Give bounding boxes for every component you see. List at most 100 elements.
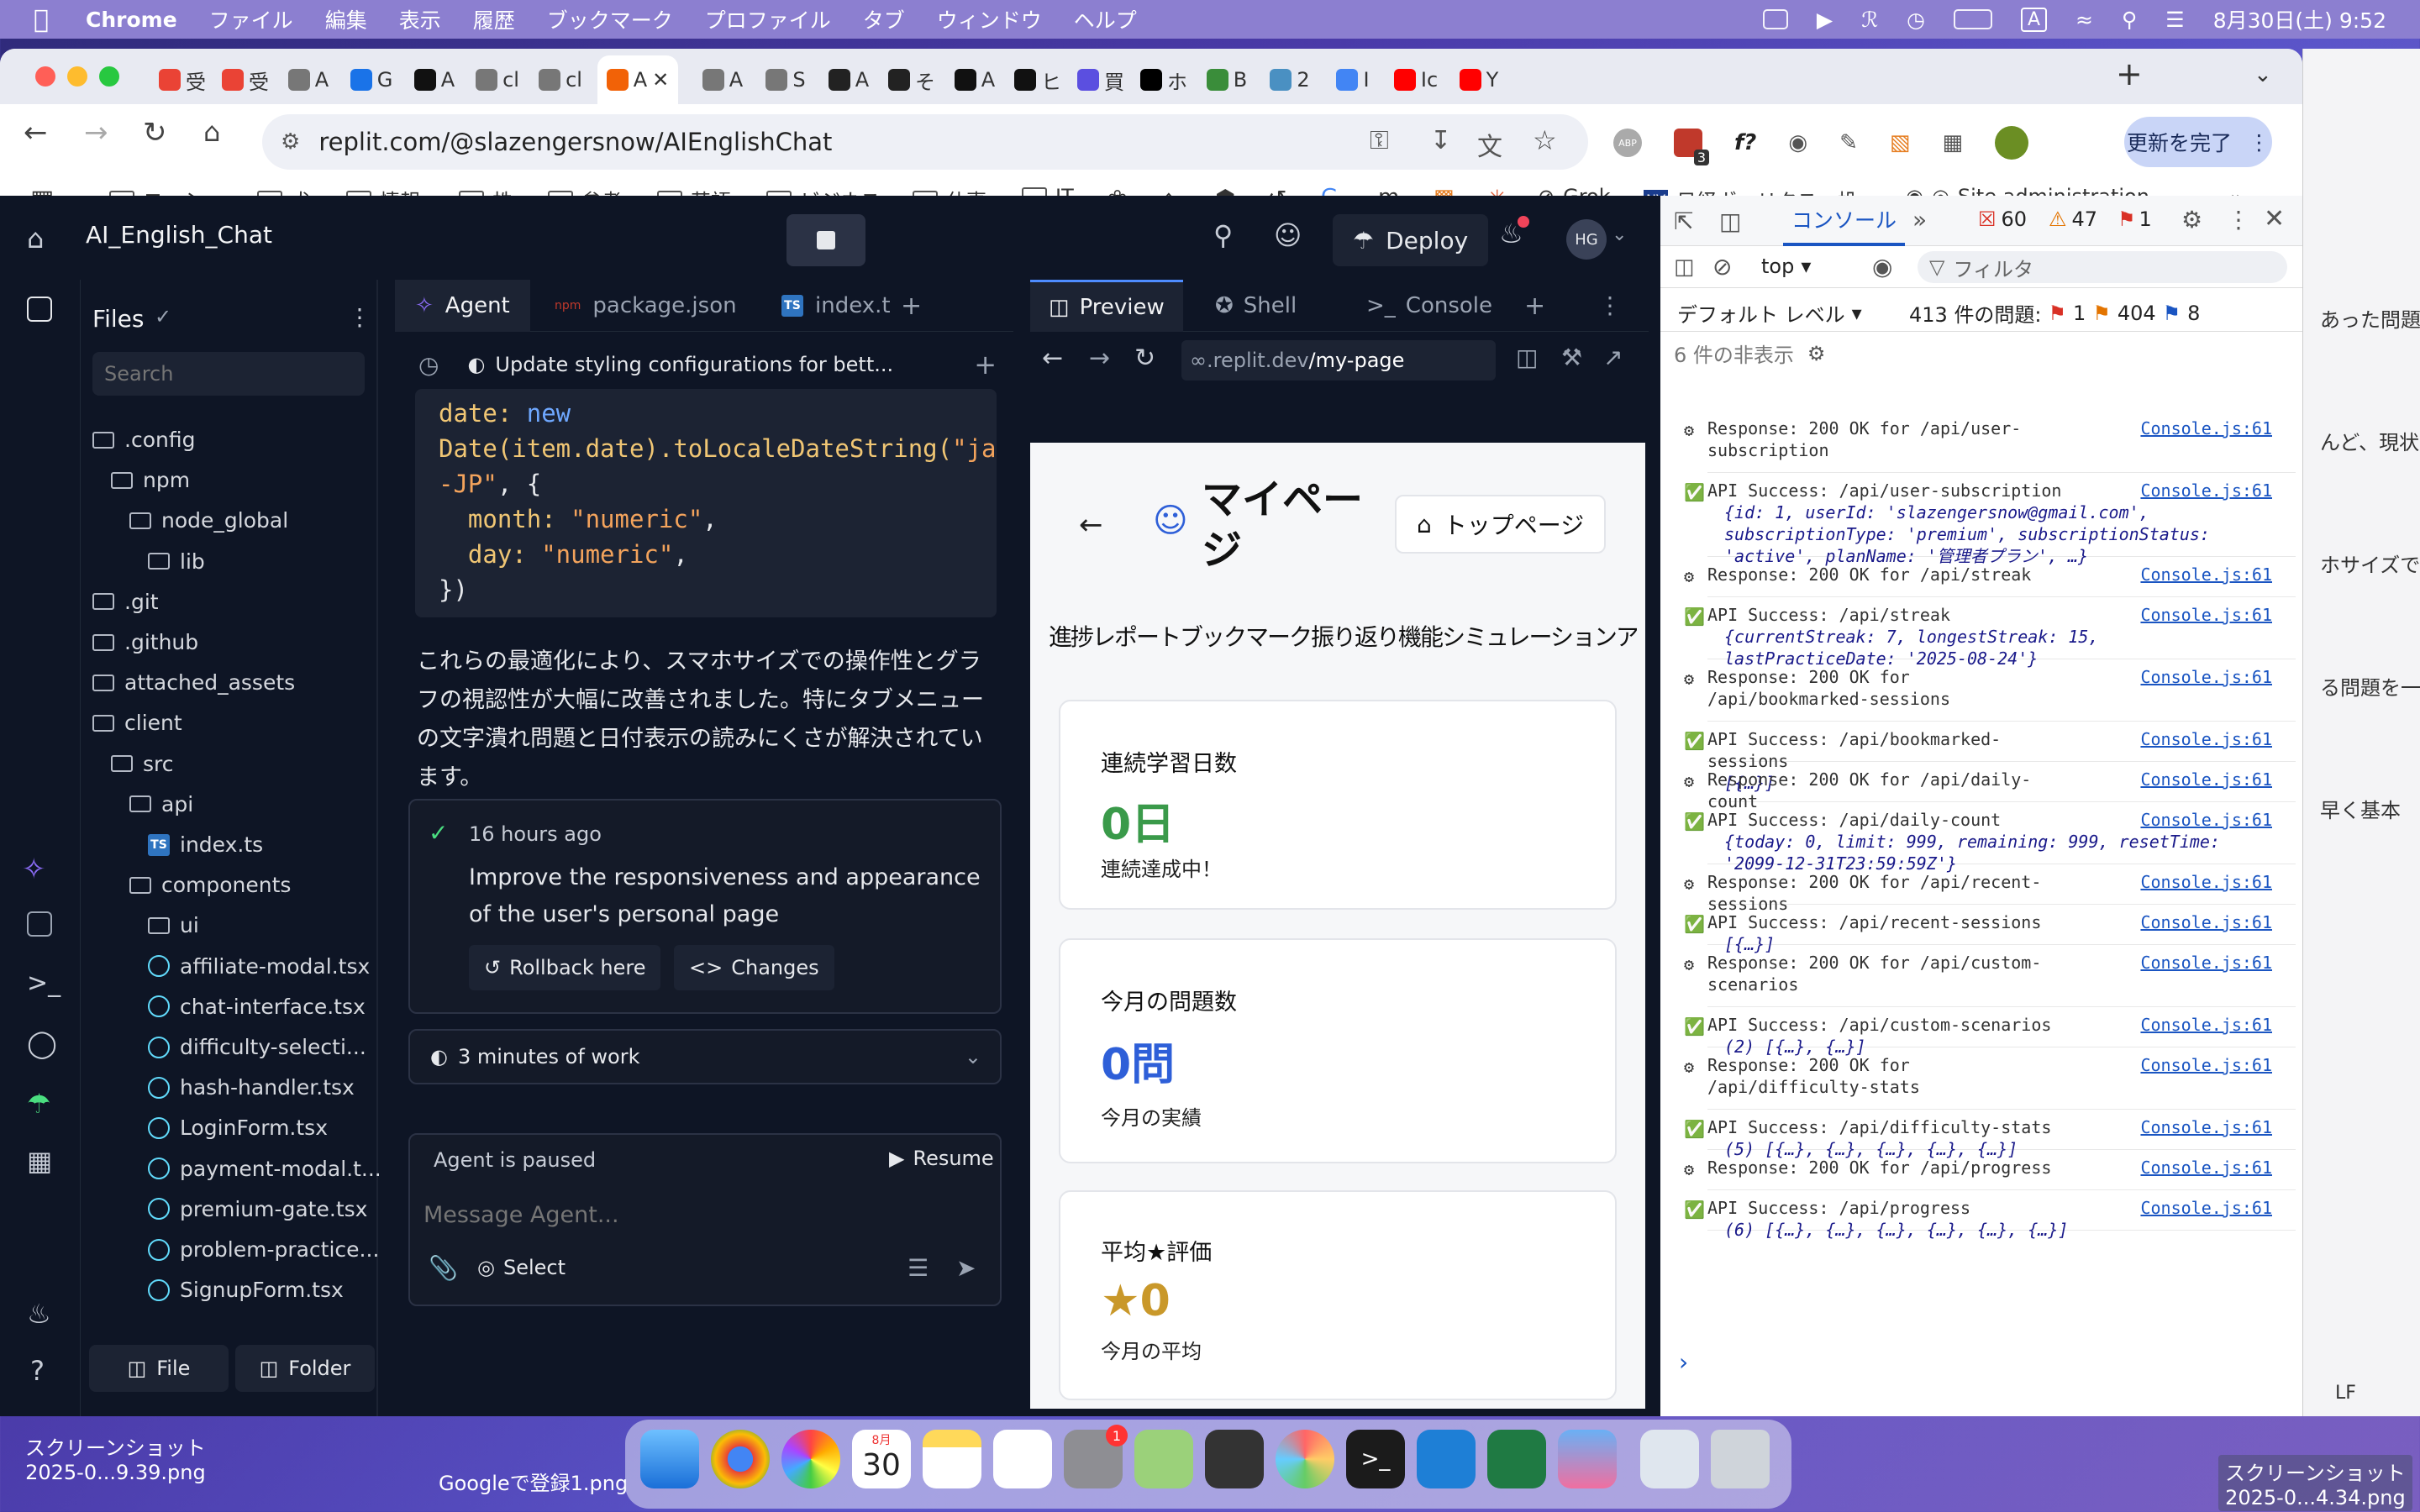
profile-avatar[interactable] [1995, 126, 2029, 160]
tab-console[interactable]: コンソール [1783, 196, 1906, 246]
calculator-icon[interactable] [1205, 1430, 1264, 1488]
close-window-button[interactable] [35, 66, 55, 87]
menu-bookmarks[interactable]: ブックマーク [547, 4, 673, 34]
source-link[interactable]: Console.js:61 [2140, 1197, 2272, 1219]
activity-icon[interactable] [1276, 1430, 1334, 1488]
file-tree-folder[interactable]: .config [92, 428, 195, 452]
tab-package-json[interactable]: npm package.json [555, 280, 737, 332]
source-link[interactable]: Console.js:61 [2140, 769, 2272, 790]
more-menu-icon[interactable]: ⋮ [2249, 130, 2270, 155]
log-object-preview[interactable]: {currentStreak: 7, longestStreak: 15, la… [1707, 626, 2228, 669]
files-menu-icon[interactable]: ⋮ [348, 303, 371, 331]
source-link[interactable]: Console.js:61 [2140, 666, 2272, 688]
device-toolbar-icon[interactable]: ◫ [1719, 207, 1741, 235]
browser-tab[interactable]: Y [1453, 55, 1505, 104]
install-app-icon[interactable]: ↧ [1430, 126, 1451, 155]
settings-sliders-icon[interactable]: ☰ [908, 1254, 929, 1282]
vscode-icon[interactable] [1417, 1430, 1476, 1488]
source-link[interactable]: Console.js:61 [2140, 911, 2272, 933]
update-chrome-button[interactable]: 更新を完了 ⋮ [2124, 117, 2272, 167]
browser-tab[interactable]: A [823, 55, 875, 104]
file-tree-folder[interactable]: src [111, 752, 174, 776]
file-tree-folder[interactable]: lib [148, 549, 205, 574]
console-log-row[interactable]: ⚙ Response: 200 OK for /api/difficulty-st… [1684, 1054, 2296, 1110]
history-icon[interactable]: ◷ [418, 351, 439, 379]
new-thread-icon[interactable]: + [974, 349, 997, 381]
tab-agent[interactable]: ✧ Agent [395, 280, 530, 332]
tab-search-icon[interactable]: ⌄ [2254, 62, 2272, 87]
file-tree-file[interactable]: premium-gate.tsx [148, 1197, 367, 1221]
source-link[interactable]: Console.js:61 [2140, 728, 2272, 750]
back-icon[interactable]: ← [1042, 344, 1063, 373]
resume-button[interactable]: ▶ Resume [889, 1147, 994, 1170]
trash-icon[interactable] [1711, 1430, 1770, 1488]
clear-console-icon[interactable]: ⊘ [1712, 253, 1732, 281]
file-tree-file[interactable]: affiliate-modal.tsx [148, 954, 370, 979]
forward-icon[interactable]: → [84, 116, 108, 150]
status-icon-a[interactable] [1762, 9, 1788, 29]
settings-gear-icon[interactable]: ⚙ [2181, 206, 2202, 234]
menu-view[interactable]: 表示 [399, 4, 441, 34]
console-log-row[interactable]: ⚙ Response: 200 OK for /api/streak Console… [1684, 564, 2296, 597]
source-link[interactable]: Console.js:61 [2140, 604, 2272, 626]
file-search-input[interactable] [92, 352, 365, 396]
source-link[interactable]: Console.js:61 [2140, 1116, 2272, 1138]
file-tree-file[interactable]: difficulty-selecti... [148, 1035, 366, 1059]
menu-tab[interactable]: タブ [863, 4, 905, 34]
file-tree-folder[interactable]: .github [92, 630, 198, 654]
add-tab-icon[interactable]: + [901, 291, 922, 321]
attach-icon[interactable]: 📎 [429, 1254, 458, 1282]
error-count[interactable]: ☒ 60 [1978, 207, 2027, 231]
work-summary[interactable]: ◐ 3 minutes of work ⌄ [408, 1029, 1002, 1084]
agent-tool-icon[interactable]: ✧ [22, 853, 46, 886]
console-log-row[interactable]: ✅ API Success: /api/bookmarked-sessions[{… [1684, 728, 2296, 793]
tab-console[interactable]: >_ Console [1366, 280, 1492, 332]
finder-icon[interactable] [640, 1430, 699, 1488]
new-folder-button[interactable]: ◫ Folder [235, 1345, 375, 1392]
new-tab-button[interactable]: + [2116, 55, 2143, 92]
play-icon[interactable]: ▶ [1817, 8, 1833, 32]
puzzle-extensions-icon[interactable]: ▦ [1942, 130, 1963, 155]
context-selector[interactable]: top ▾ [1761, 255, 1811, 278]
dropper-extension-icon[interactable]: ✎ [1839, 130, 1858, 155]
bookmark-star-icon[interactable]: ☆ [1533, 124, 1557, 156]
menu-history[interactable]: 履歴 [473, 4, 515, 34]
menu-profiles[interactable]: プロファイル [705, 4, 831, 34]
back-icon[interactable]: ← [24, 116, 48, 150]
log-object-preview[interactable]: {today: 0, limit: 999, remaining: 999, r… [1707, 831, 2228, 874]
file-tree-folder[interactable]: npm [111, 468, 190, 492]
database-tool-icon[interactable]: ◯ [27, 1027, 57, 1059]
browser-tab[interactable]: 受 [156, 55, 208, 104]
browser-tab[interactable]: A [408, 55, 460, 104]
control-center-icon[interactable]: ☰ [2165, 8, 2184, 32]
inspect-element-icon[interactable]: ⇱ [1674, 207, 1693, 235]
chevron-down-icon[interactable]: ⌄ [1612, 224, 1627, 245]
bluetooth-icon[interactable]: ℛ [1861, 8, 1878, 32]
menu-file[interactable]: ファイル [209, 4, 293, 34]
close-tab-icon[interactable]: ✕ [652, 68, 669, 92]
devices-icon[interactable]: ◫ [1516, 344, 1538, 371]
calendar-icon[interactable]: 8月 30 [852, 1430, 911, 1488]
console-filter-input[interactable]: ▽ フィルタ [1918, 251, 2287, 283]
console-log-row[interactable]: ⚙ Response: 200 OK for /api/progress Conso… [1684, 1157, 2296, 1190]
battery-icon[interactable] [1953, 9, 1992, 29]
file-tree-folder[interactable]: .git [92, 590, 159, 614]
more-tabs-icon[interactable]: » [1912, 206, 1927, 234]
sidebar-toggle-icon[interactable]: ◫ [1674, 255, 1695, 280]
preview-tool-icon[interactable] [27, 911, 52, 937]
desktop-file-screenshot-left[interactable]: スクリーンショット 2025-0...9.39.png [25, 1431, 206, 1484]
menu-window[interactable]: ウィンドウ [937, 4, 1042, 34]
browser-tab[interactable]: B [1201, 55, 1253, 104]
files-tool-icon[interactable] [27, 297, 52, 322]
downloads-stack-icon[interactable] [1640, 1430, 1699, 1488]
search-icon[interactable]: ⚲ [1213, 219, 1233, 251]
browser-tab[interactable]: 受 [219, 55, 271, 104]
password-key-icon[interactable]: ⚿ [1370, 126, 1389, 155]
minimize-window-button[interactable] [67, 66, 87, 87]
pane-menu-icon[interactable]: ⋮ [1598, 291, 1622, 319]
extension-with-badge-icon[interactable]: 3 [1674, 129, 1709, 165]
shell-tool-icon[interactable]: >_ [27, 969, 60, 998]
console-log-row[interactable]: ⚙ Response: 200 OK for /api/daily-count Co… [1684, 769, 2296, 811]
zoom-window-button[interactable] [99, 66, 119, 87]
console-log-row[interactable]: ✅ API Success: /api/daily-count {today: 0,… [1684, 809, 2296, 874]
